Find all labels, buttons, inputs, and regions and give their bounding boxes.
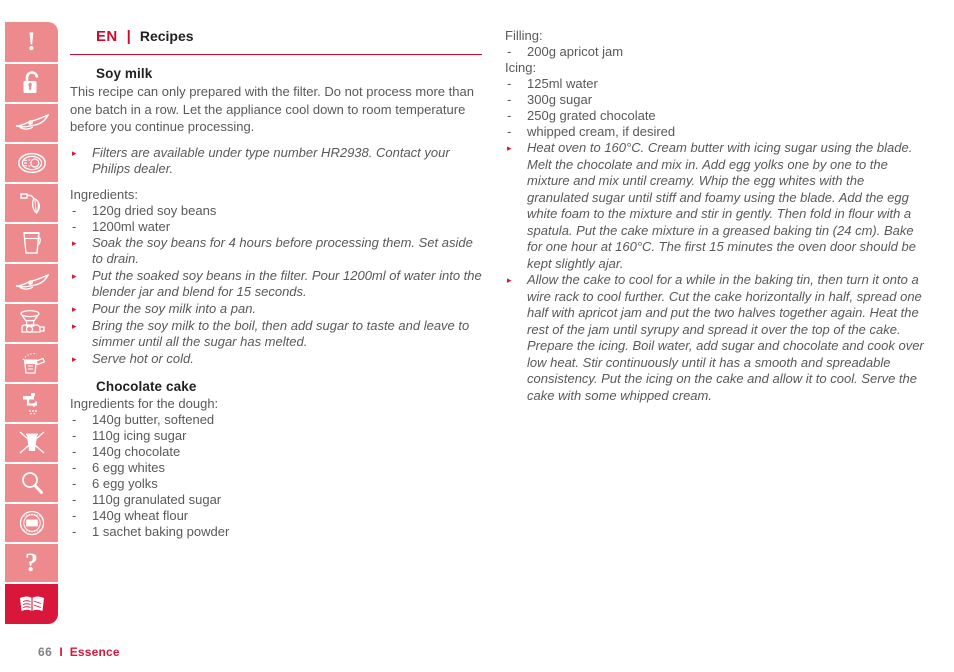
list-item: - 6 egg whites [70, 460, 484, 476]
icing-label: Icing: [505, 60, 537, 75]
footer-separator: I [59, 645, 63, 659]
ingredient-text: 6 egg whites [92, 459, 165, 475]
ingredient-text: 140g wheat flour [92, 507, 189, 523]
step-text: Put the soaked soy beans in the filter. … [92, 267, 482, 300]
list-item: ▸ Bring the soy milk to the boil, then a… [70, 318, 484, 351]
page-header: EN | Recipes [70, 28, 484, 50]
ingredient-text: 250g grated chocolate [527, 108, 656, 123]
page-footer: 66 I Essence [38, 645, 120, 659]
header-separator: | [126, 28, 131, 45]
list-item: ▸ Allow the cake to cool for a while in … [505, 272, 925, 404]
dough-ingredients-label: Ingredients for the dough: [70, 395, 219, 411]
ingredient-text: 120g dried soy beans [92, 202, 217, 218]
list-item: ▸ Heat oven to 160°C. Cream butter with … [505, 140, 925, 272]
ingredient-text: 1200ml water [92, 218, 171, 234]
step-text: Heat oven to 160°C. Cream butter with ic… [527, 140, 916, 271]
triangle-bullet-icon: ▸ [72, 353, 77, 364]
list-item: - 140g chocolate [70, 444, 484, 460]
step-text: Serve hot or cold. [92, 350, 194, 366]
steps-list-soy-milk: ▸ Soak the soy beans for 4 hours before … [70, 235, 484, 368]
recipe-title-soy-milk: Soy milk [96, 66, 153, 81]
list-item: ▸ Filters are available under type numbe… [70, 145, 484, 178]
list-item: ▸ Serve hot or cold. [70, 351, 484, 368]
ingredient-text: 1 sachet baking powder [92, 523, 230, 539]
dash-marker: - [507, 44, 512, 59]
list-item: - 300g sugar [505, 92, 925, 108]
dash-marker: - [72, 459, 77, 475]
note-text: Filters are available under type number … [92, 144, 450, 177]
dash-marker: - [72, 507, 77, 523]
right-column: Filling: - 200g apricot jam Icing: - 125… [505, 28, 925, 404]
list-item: - 140g wheat flour [70, 508, 484, 524]
dash-marker: - [72, 523, 77, 539]
list-item: - 1 sachet baking powder [70, 524, 484, 540]
dash-marker: - [72, 443, 77, 459]
triangle-bullet-icon: ▸ [72, 320, 77, 331]
list-item: - 125ml water [505, 76, 925, 92]
recipe-note-list: ▸ Filters are available under type numbe… [70, 145, 484, 178]
language-code: EN [96, 28, 118, 45]
ingredient-text: 300g sugar [527, 92, 593, 107]
triangle-bullet-icon: ▸ [72, 147, 77, 158]
ingredients-label: Ingredients: [70, 186, 138, 202]
triangle-bullet-icon: ▸ [72, 237, 77, 248]
ingredients-list-soy-milk: - 120g dried soy beans - 1200ml water [70, 203, 484, 235]
ingredients-list-filling: - 200g apricot jam [505, 44, 925, 60]
ingredient-text: 140g butter, softened [92, 411, 215, 427]
ingredient-text: 200g apricot jam [527, 44, 624, 59]
dash-marker: - [72, 218, 77, 234]
left-column: EN | Recipes Soy milk This recipe can on… [70, 28, 484, 540]
footer-page-number: 66 [38, 645, 53, 659]
list-item: ▸ Soak the soy beans for 4 hours before … [70, 235, 484, 268]
triangle-bullet-icon: ▸ [507, 275, 512, 285]
dash-marker: - [507, 76, 512, 91]
page-title: Recipes [139, 28, 194, 44]
list-item: - 1200ml water [70, 219, 484, 235]
ingredient-text: 6 egg yolks [92, 475, 158, 491]
header-rule [70, 54, 482, 55]
dash-marker: - [507, 124, 512, 139]
list-item: - 200g apricot jam [505, 44, 925, 60]
dash-marker: - [72, 491, 77, 507]
ingredients-list-dough: - 140g butter, softened - 110g icing sug… [70, 412, 484, 540]
recipe-intro-text: This recipe can only prepared with the f… [70, 84, 474, 135]
footer-brand-name: Essence [69, 645, 120, 659]
dash-marker: - [507, 108, 512, 123]
recipe-title-chocolate-cake: Chocolate cake [96, 378, 197, 394]
list-item: - 110g icing sugar [70, 428, 484, 444]
list-item: - 120g dried soy beans [70, 203, 484, 219]
ingredient-text: 110g granulated sugar [92, 491, 222, 507]
ingredient-text: 140g chocolate [92, 443, 181, 459]
ingredient-text: 125ml water [527, 76, 598, 91]
list-item: - 250g grated chocolate [505, 108, 925, 124]
dash-marker: - [72, 475, 77, 491]
list-item: - 110g granulated sugar [70, 492, 484, 508]
step-text: Allow the cake to cool for a while in th… [527, 272, 924, 403]
filling-label: Filling: [505, 28, 543, 43]
triangle-bullet-icon: ▸ [72, 303, 77, 314]
list-item: ▸ Pour the soy milk into a pan. [70, 301, 484, 318]
triangle-bullet-icon: ▸ [507, 143, 512, 153]
dash-marker: - [72, 411, 77, 427]
step-text: Bring the soy milk to the boil, then add… [92, 317, 470, 350]
triangle-bullet-icon: ▸ [72, 270, 77, 281]
ingredient-text: whipped cream, if desired [527, 124, 676, 139]
step-text: Pour the soy milk into a pan. [92, 300, 257, 316]
list-item: ▸ Put the soaked soy beans in the filter… [70, 268, 484, 301]
list-item: - whipped cream, if desired [505, 124, 925, 140]
dash-marker: - [72, 427, 77, 443]
step-text: Soak the soy beans for 4 hours before pr… [92, 234, 473, 267]
steps-list-chocolate-cake: ▸ Heat oven to 160°C. Cream butter with … [505, 140, 925, 404]
page-content: EN | Recipes Soy milk This recipe can on… [0, 0, 954, 672]
list-item: - 6 egg yolks [70, 476, 484, 492]
ingredient-text: 110g icing sugar [92, 427, 187, 443]
ingredients-list-icing: - 125ml water - 300g sugar - 250g grated… [505, 76, 925, 140]
list-item: - 140g butter, softened [70, 412, 484, 428]
dash-marker: - [507, 92, 512, 107]
dash-marker: - [72, 202, 77, 218]
